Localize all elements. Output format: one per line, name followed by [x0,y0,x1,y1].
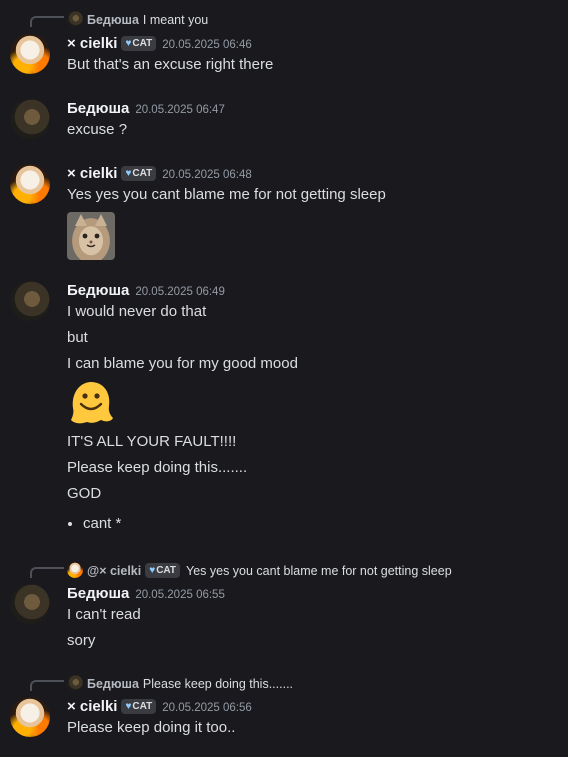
message-header: Бедюша 20.05.2025 06:55 [67,584,225,604]
message-text: Yes yes you cant blame me for not gettin… [67,186,386,203]
reply-avatar [67,11,83,27]
cat-tag-badge[interactable]: ♥CAT [121,699,157,714]
tag-label: CAT [156,565,176,576]
melting-face-icon [71,382,113,424]
reply-avatar [67,675,83,691]
timestamp[interactable]: 20.05.2025 06:48 [162,169,252,181]
cat-tag-badge[interactable]: ♥CAT [121,36,157,51]
heart-icon: ♥ [149,565,156,576]
message-header: × cielki ♥CAT 20.05.2025 06:46 [67,34,252,54]
heart-icon: ♥ [125,168,132,179]
bullet-list: cant * [67,514,121,534]
bullet-item: cant * [83,514,121,534]
message-text: excuse ? [67,121,128,138]
message-text: sory [67,632,96,649]
username[interactable]: Бедюша [67,585,129,602]
username[interactable]: Бедюша [67,282,129,299]
tag-label: CAT [132,168,153,179]
reply-avatar [67,562,83,578]
avatar[interactable] [10,34,50,74]
cat-sticker-image[interactable] [67,212,115,260]
message-header: Бедюша 20.05.2025 06:49 [67,281,225,301]
heart-icon: ♥ [125,701,132,712]
reply-spine [30,16,64,27]
timestamp[interactable]: 20.05.2025 06:56 [162,702,252,714]
avatar[interactable] [10,281,50,321]
message-text: but [67,329,88,346]
username[interactable]: × cielki [67,698,117,715]
message-header: Бедюша 20.05.2025 06:47 [67,99,225,119]
reply-preview[interactable]: Бедюша Please keep doing this....... [67,675,293,692]
message-text: I would never do that [67,303,207,320]
reply-preview[interactable]: @× cielki ♥CAT Yes yes you cant blame me f… [67,562,452,579]
message-text: I can blame you for my good mood [67,355,298,372]
message-text: I can't read [67,606,141,623]
reply-author[interactable]: @× cielki [87,564,141,578]
cat-face-icon [75,214,107,248]
username[interactable]: × cielki [67,35,117,52]
message-text: IT'S ALL YOUR FAULT!!!! [67,433,237,450]
cat-tag-badge[interactable]: ♥CAT [121,166,157,181]
username[interactable]: Бедюша [67,100,129,117]
timestamp[interactable]: 20.05.2025 06:55 [135,589,225,601]
heart-icon: ♥ [125,38,132,49]
avatar[interactable] [10,164,50,204]
message-text: But that's an excuse right there [67,56,274,73]
timestamp[interactable]: 20.05.2025 06:46 [162,39,252,51]
tag-label: CAT [132,701,153,712]
message-header: × cielki ♥CAT 20.05.2025 06:48 [67,164,252,184]
reply-spine [30,567,64,578]
melting-face-emoji[interactable] [67,378,115,426]
message-text: Please keep doing it too.. [67,719,236,736]
reply-author[interactable]: Бедюша [87,13,139,27]
reply-author[interactable]: Бедюша [87,677,139,691]
timestamp[interactable]: 20.05.2025 06:49 [135,286,225,298]
reply-text: I meant you [142,13,209,27]
username[interactable]: × cielki [67,165,117,182]
reply-text: Please keep doing this....... [142,677,294,691]
avatar[interactable] [10,697,50,737]
reply-spine [30,680,64,691]
message-text: Please keep doing this....... [67,459,248,476]
message-header: × cielki ♥CAT 20.05.2025 06:56 [67,697,252,717]
reply-text: Yes yes you cant blame me for not gettin… [186,564,452,578]
timestamp[interactable]: 20.05.2025 06:47 [135,104,225,116]
cat-tag-badge[interactable]: ♥CAT [145,563,180,578]
avatar[interactable] [10,99,50,139]
reply-preview[interactable]: Бедюша I meant you [67,11,208,28]
avatar[interactable] [10,584,50,624]
message-text: GOD [67,485,102,502]
tag-label: CAT [132,38,153,49]
